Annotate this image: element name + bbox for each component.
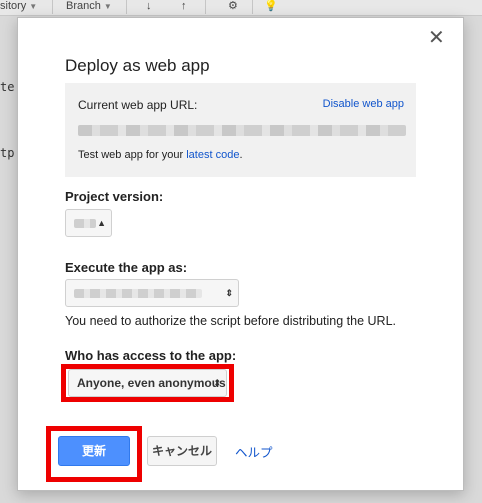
chevron-down-icon: ▼ bbox=[103, 2, 112, 11]
select-arrows-icon: ⇕ bbox=[225, 288, 233, 298]
close-icon[interactable]: ✕ bbox=[428, 28, 445, 48]
toolbar-divider bbox=[126, 0, 127, 14]
code-fragment: te bbox=[0, 80, 15, 94]
test-prefix-text: Test web app for your bbox=[78, 149, 187, 161]
toolbar-divider bbox=[252, 0, 253, 14]
update-button[interactable]: 更新 bbox=[58, 436, 130, 466]
access-label: Who has access to the app: bbox=[65, 348, 237, 363]
deploy-dialog: ✕ Deploy as web app Current web app URL:… bbox=[17, 17, 464, 491]
repository-menu-label: sitory bbox=[0, 0, 27, 12]
code-fragment: tp bbox=[0, 146, 15, 160]
lightbulb-icon: 💡 bbox=[264, 0, 278, 12]
gear-icon: ⚙ bbox=[228, 0, 238, 12]
repository-menu[interactable]: sitory ▼ bbox=[0, 0, 37, 16]
arrow-down-icon: ↓ bbox=[146, 0, 152, 12]
select-arrows-icon: ⇕ bbox=[213, 378, 221, 388]
project-version-label: Project version: bbox=[65, 189, 164, 204]
settings-button[interactable]: ⚙ bbox=[228, 0, 238, 16]
toolbar-divider bbox=[205, 0, 206, 14]
push-button[interactable]: ↑ bbox=[181, 0, 187, 16]
tips-button[interactable]: 💡 bbox=[264, 0, 278, 16]
dialog-title: Deploy as web app bbox=[65, 56, 210, 75]
access-select[interactable]: Anyone, even anonymous ⇕ bbox=[68, 369, 227, 397]
project-version-value bbox=[74, 219, 96, 228]
disable-web-app-link[interactable]: Disable web app bbox=[323, 98, 404, 110]
branch-menu[interactable]: Branch ▼ bbox=[66, 0, 112, 16]
pull-button[interactable]: ↓ bbox=[146, 0, 152, 16]
web-app-url-field[interactable] bbox=[78, 125, 406, 136]
web-app-url-panel: Current web app URL: Disable web app Tes… bbox=[65, 83, 416, 177]
branch-menu-label: Branch bbox=[66, 0, 101, 12]
test-suffix-text: . bbox=[239, 149, 243, 161]
help-link[interactable]: ヘルプ bbox=[235, 442, 273, 461]
execute-as-label: Execute the app as: bbox=[65, 260, 188, 275]
cancel-button[interactable]: キャンセル bbox=[147, 436, 217, 466]
toolbar-divider bbox=[52, 0, 53, 14]
test-web-app-text: Test web app for your latest code. bbox=[78, 149, 243, 161]
execute-as-select[interactable]: ⇕ bbox=[65, 279, 239, 307]
arrow-up-icon: ↑ bbox=[181, 0, 187, 12]
current-url-label: Current web app URL: bbox=[78, 98, 198, 112]
authorize-note: You need to authorize the script before … bbox=[65, 314, 396, 328]
app-toolbar: sitory ▼ Branch ▼ ↓ ↑ ⚙ 💡 bbox=[0, 0, 482, 16]
select-arrows-icon: ▲ bbox=[97, 218, 106, 228]
latest-code-link[interactable]: latest code bbox=[186, 149, 239, 161]
execute-as-value bbox=[74, 289, 202, 298]
project-version-select[interactable]: ▲ bbox=[65, 209, 112, 237]
chevron-down-icon: ▼ bbox=[29, 2, 38, 11]
access-select-value: Anyone, even anonymous bbox=[77, 376, 226, 390]
